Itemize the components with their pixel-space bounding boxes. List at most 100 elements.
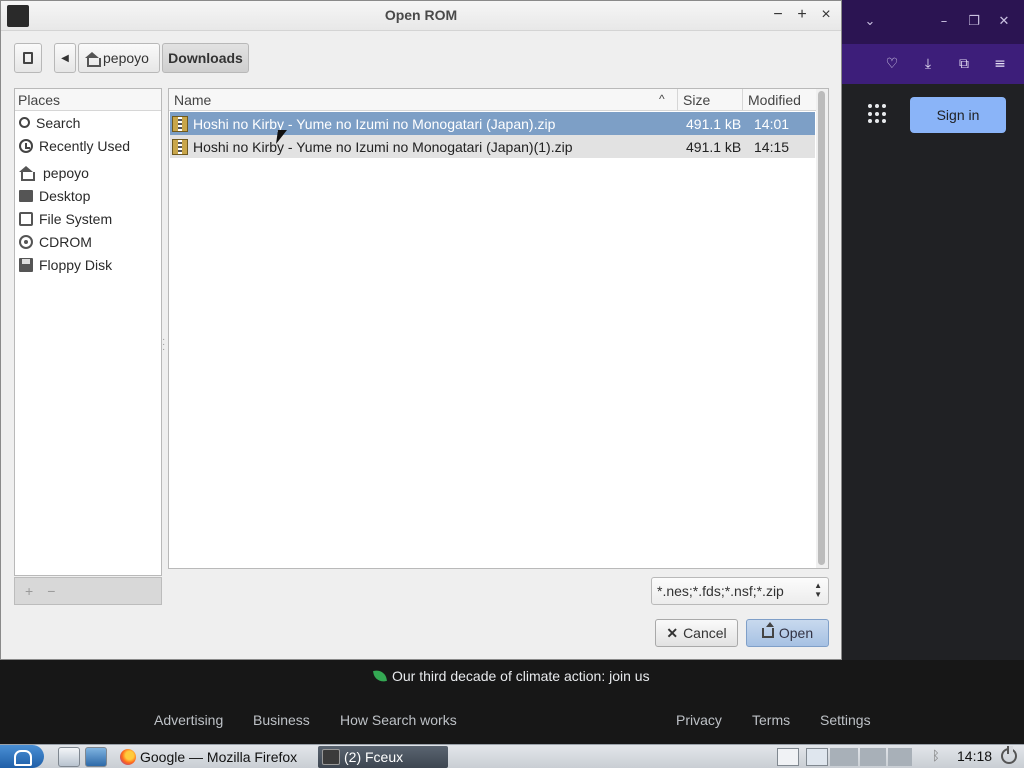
climate-link[interactable]: Our third decade of climate action: join… — [373, 666, 650, 686]
task-label: (2) Fceux — [344, 749, 404, 765]
place-floppy[interactable]: Floppy Disk — [15, 253, 161, 276]
file-row[interactable]: Hoshi no Kirby - Yume no Izumi no Monoga… — [170, 112, 815, 135]
file-manager-launcher-icon[interactable] — [58, 747, 80, 767]
file-list: Name ^ Size Modified Hoshi no Kirby - Yu… — [168, 88, 829, 569]
toggle-location-button[interactable] — [14, 43, 42, 73]
taskbar: Google — Mozilla Firefox (2) Fceux ᛒ 14:… — [0, 744, 1024, 768]
column-header-modified[interactable]: Modified — [743, 89, 816, 111]
footer-link-settings[interactable]: Settings — [820, 712, 871, 728]
place-file-system[interactable]: File System — [15, 207, 161, 230]
footer-link-how-search-works[interactable]: How Search works — [340, 712, 457, 728]
fceux-icon — [322, 749, 340, 765]
column-header-size[interactable]: Size — [678, 89, 743, 111]
desktop-1-button[interactable] — [806, 748, 828, 766]
place-label: Recently Used — [39, 137, 131, 154]
window-list-icon[interactable] — [777, 748, 799, 766]
place-label: Floppy Disk — [39, 256, 113, 273]
file-type-filter-select[interactable]: *.nes;*.fds;*.nsf;*.zip ▲ ▼ — [651, 577, 829, 605]
cancel-button[interactable]: ✕ Cancel — [655, 619, 738, 647]
open-button[interactable]: Open — [746, 619, 829, 647]
search-icon — [19, 117, 30, 128]
column-header-name[interactable]: Name — [169, 89, 678, 111]
menu-icon[interactable]: ≡ — [990, 54, 1010, 74]
dialog-title: Open ROM — [384, 7, 458, 23]
file-list-header: Name ^ Size Modified — [169, 89, 816, 111]
taskbar-firefox[interactable]: Google — Mozilla Firefox — [116, 746, 301, 768]
place-home[interactable]: pepoyo — [15, 161, 161, 184]
download-icon[interactable]: ⤓ — [918, 54, 938, 74]
google-page — [842, 84, 1024, 660]
footer-link-business[interactable]: Business — [253, 712, 310, 728]
add-bookmark-button[interactable]: + — [25, 583, 33, 599]
filter-value: *.nes;*.fds;*.nsf;*.zip — [657, 583, 784, 599]
zip-archive-icon — [172, 115, 188, 132]
dialog-titlebar[interactable]: Open ROM − + × — [1, 1, 841, 31]
close-button[interactable]: × — [816, 5, 836, 25]
place-label: Search — [36, 114, 81, 131]
clock[interactable]: 14:18 — [957, 748, 992, 764]
minimize-button[interactable]: − — [768, 5, 788, 25]
place-recently-used[interactable]: Recently Used — [15, 134, 161, 157]
file-size: 491.1 kB — [686, 138, 742, 155]
google-apps-icon[interactable] — [868, 104, 888, 124]
pane-splitter-handle[interactable]: · · · — [162, 335, 166, 355]
desktop-2-button[interactable] — [830, 748, 858, 766]
footer-link-privacy[interactable]: Privacy — [676, 712, 722, 728]
file-size: 491.1 kB — [686, 115, 742, 132]
firefox-minimize-button[interactable]: – — [934, 12, 954, 32]
path-current-label: Downloads — [168, 50, 243, 66]
power-icon[interactable] — [1001, 746, 1017, 764]
leaf-icon — [373, 669, 387, 683]
places-header: Places — [15, 89, 161, 111]
open-rom-dialog: Open ROM − + × ◀ pepoyo Downloads Places… — [0, 0, 842, 660]
pocket-icon[interactable]: ♡ — [882, 54, 902, 74]
place-label: File System — [39, 210, 113, 227]
file-row[interactable]: Hoshi no Kirby - Yume no Izumi no Monoga… — [170, 135, 815, 158]
bluetooth-icon[interactable]: ᛒ — [932, 748, 940, 763]
path-downloads-button[interactable]: Downloads — [162, 43, 249, 73]
place-cdrom[interactable]: CDROM — [15, 230, 161, 253]
column-modified-label: Modified — [748, 92, 801, 108]
sign-in-button[interactable]: Sign in — [910, 97, 1006, 133]
task-label: Google — Mozilla Firefox — [140, 749, 298, 765]
extensions-icon[interactable]: ⧉ — [954, 54, 974, 74]
place-desktop[interactable]: Desktop — [15, 184, 161, 207]
open-icon — [761, 622, 774, 638]
firefox-restore-button[interactable]: ❐ — [964, 12, 984, 32]
scrollbar-thumb[interactable] — [818, 91, 825, 565]
path-home-button[interactable]: pepoyo — [78, 43, 160, 73]
desktop-4-button[interactable] — [888, 748, 912, 766]
home-icon — [19, 165, 35, 181]
place-search[interactable]: Search — [15, 111, 161, 134]
updown-arrows-icon: ▲ ▼ — [814, 581, 822, 599]
left-arrow-icon: ◀ — [61, 52, 69, 64]
maximize-button[interactable]: + — [792, 5, 812, 25]
desktop-icon — [19, 189, 33, 202]
zip-archive-icon — [172, 138, 188, 155]
start-menu-button[interactable] — [0, 745, 44, 768]
file-modified: 14:15 — [754, 138, 790, 155]
footer-link-terms[interactable]: Terms — [752, 712, 790, 728]
firefox-icon — [120, 749, 136, 765]
desktop-3-button[interactable] — [860, 748, 886, 766]
tab-list-chevron-icon[interactable]: ⌄ — [860, 12, 880, 32]
network-launcher-icon[interactable] — [85, 747, 107, 767]
home-icon — [85, 51, 101, 67]
cancel-x-icon: ✕ — [666, 624, 679, 641]
remove-bookmark-button[interactable]: − — [47, 583, 55, 599]
clock-icon — [19, 138, 33, 153]
path-home-label: pepoyo — [103, 50, 149, 66]
footer-link-advertising[interactable]: Advertising — [154, 712, 223, 728]
path-back-button[interactable]: ◀ — [54, 43, 76, 73]
place-label: pepoyo — [43, 164, 89, 181]
sort-ascending-icon: ^ — [659, 92, 665, 106]
file-list-scrollbar[interactable] — [816, 89, 828, 568]
column-name-label: Name — [174, 92, 212, 108]
climate-text: Our third decade of climate action: join… — [392, 668, 650, 684]
file-name: Hoshi no Kirby - Yume no Izumi no Monoga… — [193, 115, 556, 132]
cdrom-icon — [19, 234, 33, 249]
places-toolbar: + − — [14, 577, 162, 605]
file-name: Hoshi no Kirby - Yume no Izumi no Monoga… — [193, 138, 573, 155]
firefox-close-button[interactable]: ✕ — [994, 12, 1014, 32]
taskbar-fceux[interactable]: (2) Fceux — [318, 746, 448, 768]
